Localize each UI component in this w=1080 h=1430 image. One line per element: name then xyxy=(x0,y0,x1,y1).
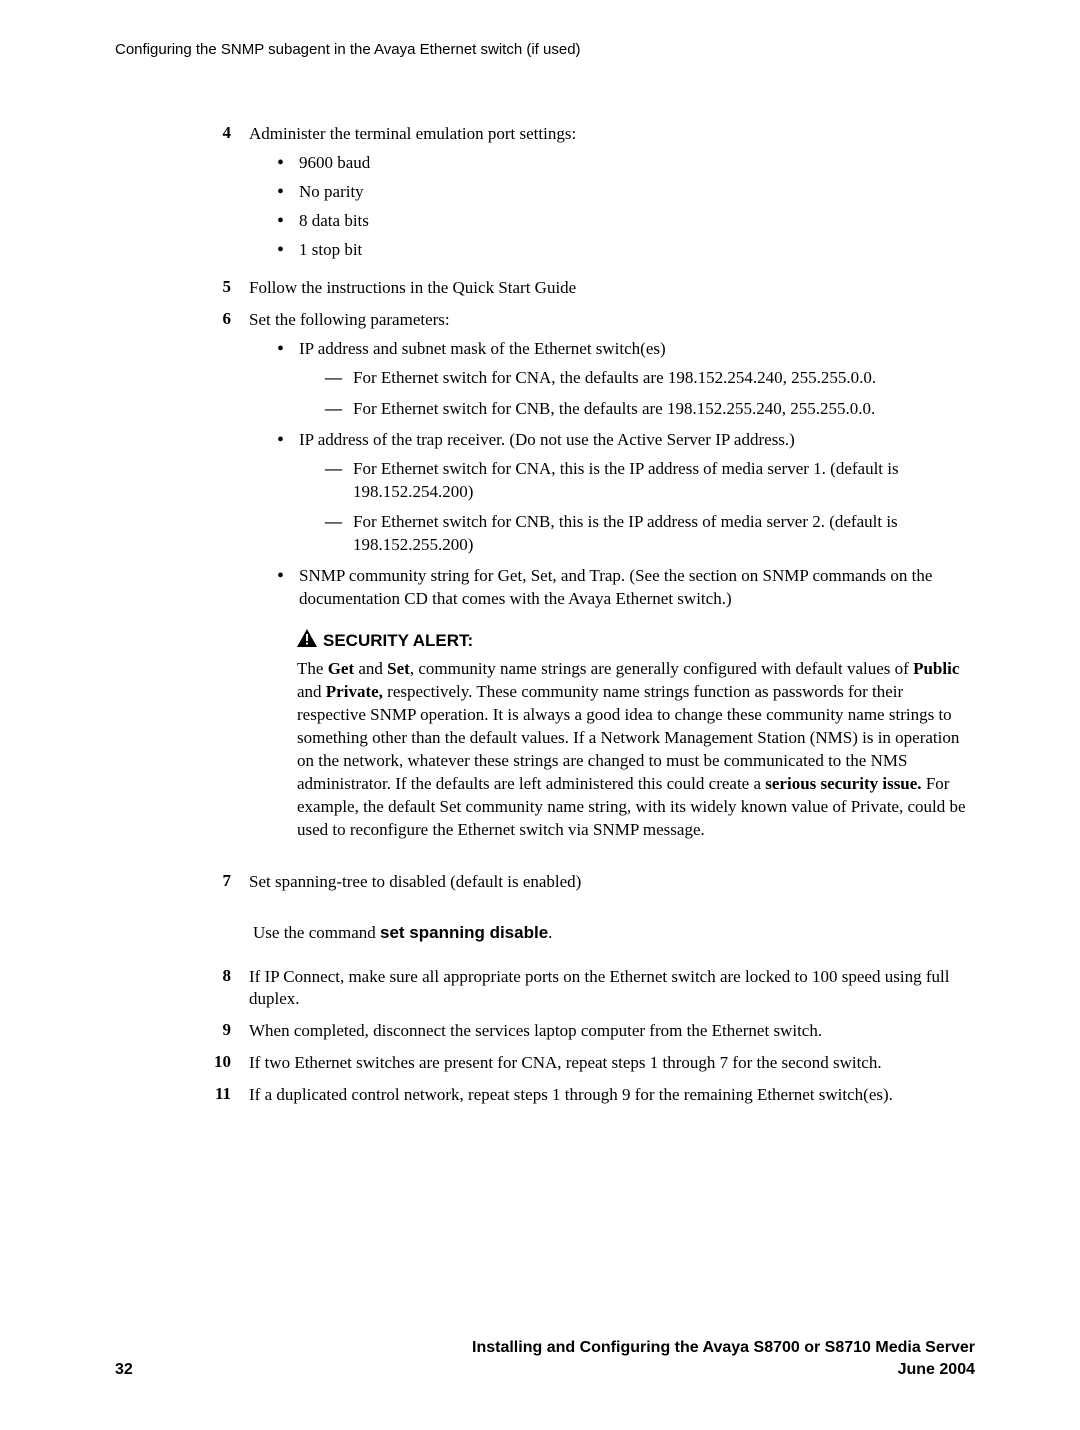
sub-list-item: For Ethernet switch for CNA, the default… xyxy=(325,367,975,390)
step-text: Follow the instructions in the Quick Sta… xyxy=(249,278,576,297)
step-10: 10 If two Ethernet switches are present … xyxy=(197,1051,975,1075)
step-4: 4 Administer the terminal emulation port… xyxy=(197,122,975,268)
list-item-text: IP address and subnet mask of the Ethern… xyxy=(299,339,666,358)
step-text: If a duplicated control network, repeat … xyxy=(249,1085,893,1104)
footer-title: Installing and Configuring the Avaya S87… xyxy=(472,1337,975,1359)
sub-list-item: For Ethernet switch for CNA, this is the… xyxy=(325,458,975,504)
list-item: 8 data bits xyxy=(277,210,975,233)
step-6: 6 Set the following parameters: IP addre… xyxy=(197,308,975,862)
command-text: set spanning disable xyxy=(380,923,548,942)
alert-text: and xyxy=(297,682,326,701)
alert-bold: Public xyxy=(913,659,959,678)
list-item: IP address of the trap receiver. (Do not… xyxy=(277,429,975,558)
alert-text: The xyxy=(297,659,328,678)
list-item: SNMP community string for Get, Set, and … xyxy=(277,565,975,611)
list-item: 1 stop bit xyxy=(277,239,975,262)
list-item-text: IP address of the trap receiver. (Do not… xyxy=(299,430,795,449)
alert-bold: serious security issue. xyxy=(765,774,921,793)
step-text: When completed, disconnect the services … xyxy=(249,1021,822,1040)
step-8: 8 If IP Connect, make sure all appropria… xyxy=(197,965,975,1012)
page-footer: 32 Installing and Configuring the Avaya … xyxy=(115,1337,975,1380)
step-9: 9 When completed, disconnect the service… xyxy=(197,1019,975,1043)
alert-bold: Get xyxy=(328,659,354,678)
security-alert: SECURITY ALERT: The Get and Set, communi… xyxy=(297,629,975,841)
step-subtext: Use the command set spanning disable. xyxy=(253,922,975,945)
step-text: Set spanning-tree to disabled (default i… xyxy=(249,872,581,891)
alert-title: SECURITY ALERT: xyxy=(323,630,473,653)
sub-list-item: For Ethernet switch for CNB, the default… xyxy=(325,398,975,421)
step-11: 11 If a duplicated control network, repe… xyxy=(197,1083,975,1107)
page-number: 32 xyxy=(115,1359,133,1381)
alert-bold: Private, xyxy=(326,682,383,701)
step-number: 4 xyxy=(197,122,249,268)
alert-bold: Set xyxy=(387,659,410,678)
step-number: 11 xyxy=(197,1083,249,1107)
sub-list-item: For Ethernet switch for CNB, this is the… xyxy=(325,511,975,557)
list-item: 9600 baud xyxy=(277,152,975,175)
step-5: 5 Follow the instructions in the Quick S… xyxy=(197,276,975,300)
step-number: 9 xyxy=(197,1019,249,1043)
step-text: Administer the terminal emulation port s… xyxy=(249,124,576,143)
step-text: Set the following parameters: xyxy=(249,310,450,329)
alert-text: , community name strings are generally c… xyxy=(410,659,913,678)
warning-icon xyxy=(297,629,317,654)
step-text: If two Ethernet switches are present for… xyxy=(249,1053,882,1072)
step-text: If IP Connect, make sure all appropriate… xyxy=(249,967,949,1009)
step-7: 7 Set spanning-tree to disabled (default… xyxy=(197,870,975,957)
step-number: 7 xyxy=(197,870,249,957)
list-item: IP address and subnet mask of the Ethern… xyxy=(277,338,975,421)
alert-body: The Get and Set, community name strings … xyxy=(297,658,975,842)
step-number: 10 xyxy=(197,1051,249,1075)
step-number: 8 xyxy=(197,965,249,1012)
step-number: 6 xyxy=(197,308,249,862)
alert-text: and xyxy=(354,659,387,678)
step-number: 5 xyxy=(197,276,249,300)
sub-text: . xyxy=(548,923,552,942)
steps-list: 4 Administer the terminal emulation port… xyxy=(197,122,975,1107)
list-item: No parity xyxy=(277,181,975,204)
sub-text: Use the command xyxy=(253,923,380,942)
page-header: Configuring the SNMP subagent in the Ava… xyxy=(115,40,975,60)
footer-date: June 2004 xyxy=(472,1359,975,1381)
